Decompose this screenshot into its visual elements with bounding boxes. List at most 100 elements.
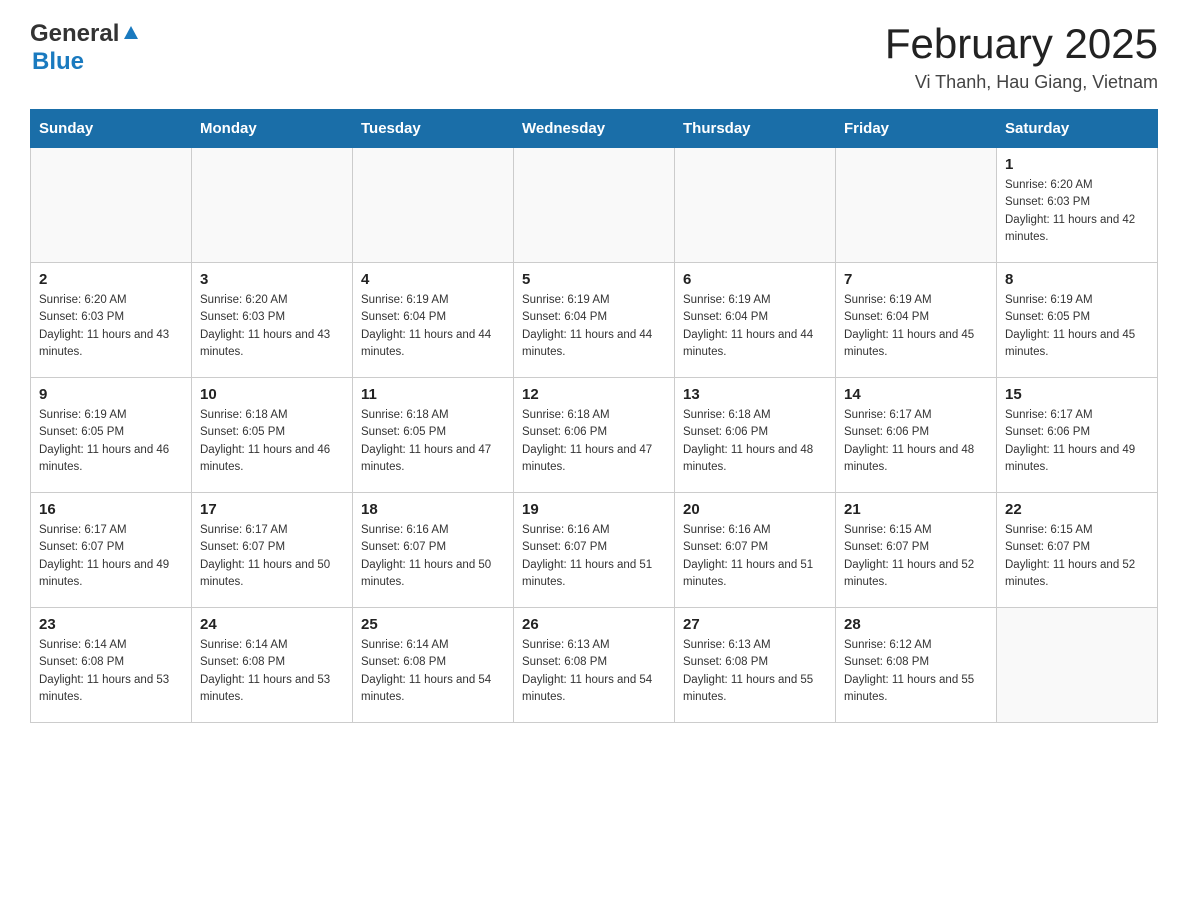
day-info: Sunrise: 6:14 AMSunset: 6:08 PMDaylight:… bbox=[39, 637, 183, 706]
day-number: 4 bbox=[361, 271, 505, 288]
calendar-cell: 8 Sunrise: 6:19 AMSunset: 6:05 PMDaylight… bbox=[997, 263, 1158, 378]
calendar-cell: 24 Sunrise: 6:14 AMSunset: 6:08 PMDayligh… bbox=[192, 608, 353, 723]
calendar-cell: 3Sunrise: 6:20 AMSunset: 6:03 PMDaylight… bbox=[192, 263, 353, 378]
day-number: 18 bbox=[361, 501, 505, 518]
column-header-monday: Monday bbox=[192, 110, 353, 148]
calendar-cell bbox=[353, 148, 514, 263]
day-info: Sunrise: 6:14 AMSunset: 6:08 PMDaylight:… bbox=[361, 637, 505, 706]
calendar-cell: 28 Sunrise: 6:12 AMSunset: 6:08 PMDayligh… bbox=[836, 608, 997, 723]
calendar-cell: 7Sunrise: 6:19 AMSunset: 6:04 PMDaylight… bbox=[836, 263, 997, 378]
day-info: Sunrise: 6:16 AMSunset: 6:07 PMDaylight:… bbox=[683, 522, 827, 591]
day-info: Sunrise: 6:20 AMSunset: 6:03 PMDaylight:… bbox=[1005, 177, 1149, 246]
calendar-week-4: 16 Sunrise: 6:17 AMSunset: 6:07 PMDayligh… bbox=[31, 493, 1158, 608]
day-number: 12 bbox=[522, 386, 666, 403]
day-info: Sunrise: 6:16 AMSunset: 6:07 PMDaylight:… bbox=[522, 522, 666, 591]
day-info: Sunrise: 6:18 AMSunset: 6:05 PMDaylight:… bbox=[361, 407, 505, 476]
day-number: 26 bbox=[522, 616, 666, 633]
day-number: 19 bbox=[522, 501, 666, 518]
column-header-wednesday: Wednesday bbox=[514, 110, 675, 148]
page-header: General Blue February 2025 Vi Thanh, Hau… bbox=[30, 20, 1158, 93]
day-number: 7 bbox=[844, 271, 988, 288]
day-info: Sunrise: 6:14 AMSunset: 6:08 PMDaylight:… bbox=[200, 637, 344, 706]
day-info: Sunrise: 6:19 AMSunset: 6:05 PMDaylight:… bbox=[39, 407, 183, 476]
calendar-week-5: 23 Sunrise: 6:14 AMSunset: 6:08 PMDayligh… bbox=[31, 608, 1158, 723]
calendar-cell: 13 Sunrise: 6:18 AMSunset: 6:06 PMDayligh… bbox=[675, 378, 836, 493]
day-number: 11 bbox=[361, 386, 505, 403]
calendar-cell: 9Sunrise: 6:19 AMSunset: 6:05 PMDaylight… bbox=[31, 378, 192, 493]
calendar-cell: 12 Sunrise: 6:18 AMSunset: 6:06 PMDayligh… bbox=[514, 378, 675, 493]
day-number: 2 bbox=[39, 271, 183, 288]
logo-general-text: General bbox=[30, 20, 119, 48]
day-info: Sunrise: 6:18 AMSunset: 6:05 PMDaylight:… bbox=[200, 407, 344, 476]
location-subtitle: Vi Thanh, Hau Giang, Vietnam bbox=[885, 72, 1158, 93]
calendar-table: SundayMondayTuesdayWednesdayThursdayFrid… bbox=[30, 109, 1158, 723]
day-number: 23 bbox=[39, 616, 183, 633]
day-info: Sunrise: 6:17 AMSunset: 6:06 PMDaylight:… bbox=[844, 407, 988, 476]
column-header-friday: Friday bbox=[836, 110, 997, 148]
calendar-week-2: 2 Sunrise: 6:20 AMSunset: 6:03 PMDaylight… bbox=[31, 263, 1158, 378]
day-info: Sunrise: 6:19 AMSunset: 6:04 PMDaylight:… bbox=[522, 292, 666, 361]
day-number: 5 bbox=[522, 271, 666, 288]
day-number: 8 bbox=[1005, 271, 1149, 288]
day-info: Sunrise: 6:20 AMSunset: 6:03 PMDaylight:… bbox=[39, 292, 183, 361]
day-number: 1 bbox=[1005, 156, 1149, 173]
calendar-cell: 10 Sunrise: 6:18 AMSunset: 6:05 PMDayligh… bbox=[192, 378, 353, 493]
calendar-header-row: SundayMondayTuesdayWednesdayThursdayFrid… bbox=[31, 110, 1158, 148]
day-number: 24 bbox=[200, 616, 344, 633]
calendar-cell: 19 Sunrise: 6:16 AMSunset: 6:07 PMDayligh… bbox=[514, 493, 675, 608]
day-info: Sunrise: 6:15 AMSunset: 6:07 PMDaylight:… bbox=[1005, 522, 1149, 591]
day-info: Sunrise: 6:17 AMSunset: 6:06 PMDaylight:… bbox=[1005, 407, 1149, 476]
logo-mark bbox=[120, 21, 142, 48]
calendar-cell: 20 Sunrise: 6:16 AMSunset: 6:07 PMDayligh… bbox=[675, 493, 836, 608]
column-header-thursday: Thursday bbox=[675, 110, 836, 148]
day-info: Sunrise: 6:19 AMSunset: 6:04 PMDaylight:… bbox=[361, 292, 505, 361]
day-info: Sunrise: 6:20 AMSunset: 6:03 PMDaylight:… bbox=[200, 292, 344, 361]
calendar-cell bbox=[514, 148, 675, 263]
calendar-cell: 18 Sunrise: 6:16 AMSunset: 6:07 PMDayligh… bbox=[353, 493, 514, 608]
calendar-week-3: 9Sunrise: 6:19 AMSunset: 6:05 PMDaylight… bbox=[31, 378, 1158, 493]
calendar-cell: 27 Sunrise: 6:13 AMSunset: 6:08 PMDayligh… bbox=[675, 608, 836, 723]
day-number: 14 bbox=[844, 386, 988, 403]
calendar-cell bbox=[836, 148, 997, 263]
day-info: Sunrise: 6:18 AMSunset: 6:06 PMDaylight:… bbox=[683, 407, 827, 476]
day-info: Sunrise: 6:17 AMSunset: 6:07 PMDaylight:… bbox=[200, 522, 344, 591]
day-number: 15 bbox=[1005, 386, 1149, 403]
calendar-cell: 26Sunrise: 6:13 AMSunset: 6:08 PMDayligh… bbox=[514, 608, 675, 723]
calendar-cell bbox=[31, 148, 192, 263]
day-number: 16 bbox=[39, 501, 183, 518]
day-number: 25 bbox=[361, 616, 505, 633]
calendar-cell: 2 Sunrise: 6:20 AMSunset: 6:03 PMDaylight… bbox=[31, 263, 192, 378]
day-number: 13 bbox=[683, 386, 827, 403]
day-number: 28 bbox=[844, 616, 988, 633]
calendar-cell: 6 Sunrise: 6:19 AMSunset: 6:04 PMDaylight… bbox=[675, 263, 836, 378]
calendar-cell: 5 Sunrise: 6:19 AMSunset: 6:04 PMDaylight… bbox=[514, 263, 675, 378]
day-number: 22 bbox=[1005, 501, 1149, 518]
day-info: Sunrise: 6:16 AMSunset: 6:07 PMDaylight:… bbox=[361, 522, 505, 591]
day-number: 20 bbox=[683, 501, 827, 518]
calendar-cell bbox=[192, 148, 353, 263]
day-info: Sunrise: 6:19 AMSunset: 6:05 PMDaylight:… bbox=[1005, 292, 1149, 361]
day-info: Sunrise: 6:17 AMSunset: 6:07 PMDaylight:… bbox=[39, 522, 183, 591]
title-section: February 2025 Vi Thanh, Hau Giang, Vietn… bbox=[885, 20, 1158, 93]
calendar-cell: 16 Sunrise: 6:17 AMSunset: 6:07 PMDayligh… bbox=[31, 493, 192, 608]
day-number: 21 bbox=[844, 501, 988, 518]
calendar-cell bbox=[675, 148, 836, 263]
calendar-cell: 14 Sunrise: 6:17 AMSunset: 6:06 PMDayligh… bbox=[836, 378, 997, 493]
calendar-cell: 11 Sunrise: 6:18 AMSunset: 6:05 PMDayligh… bbox=[353, 378, 514, 493]
day-info: Sunrise: 6:12 AMSunset: 6:08 PMDaylight:… bbox=[844, 637, 988, 706]
day-number: 6 bbox=[683, 271, 827, 288]
day-info: Sunrise: 6:19 AMSunset: 6:04 PMDaylight:… bbox=[683, 292, 827, 361]
day-number: 10 bbox=[200, 386, 344, 403]
logo: General Blue bbox=[30, 20, 143, 76]
day-number: 17 bbox=[200, 501, 344, 518]
calendar-cell: 21Sunrise: 6:15 AMSunset: 6:07 PMDayligh… bbox=[836, 493, 997, 608]
calendar-cell: 23 Sunrise: 6:14 AMSunset: 6:08 PMDayligh… bbox=[31, 608, 192, 723]
day-info: Sunrise: 6:18 AMSunset: 6:06 PMDaylight:… bbox=[522, 407, 666, 476]
day-number: 27 bbox=[683, 616, 827, 633]
calendar-cell bbox=[997, 608, 1158, 723]
logo-blue-text: Blue bbox=[32, 48, 84, 75]
day-info: Sunrise: 6:13 AMSunset: 6:08 PMDaylight:… bbox=[683, 637, 827, 706]
calendar-cell: 17 Sunrise: 6:17 AMSunset: 6:07 PMDayligh… bbox=[192, 493, 353, 608]
column-header-saturday: Saturday bbox=[997, 110, 1158, 148]
calendar-cell: 4 Sunrise: 6:19 AMSunset: 6:04 PMDaylight… bbox=[353, 263, 514, 378]
